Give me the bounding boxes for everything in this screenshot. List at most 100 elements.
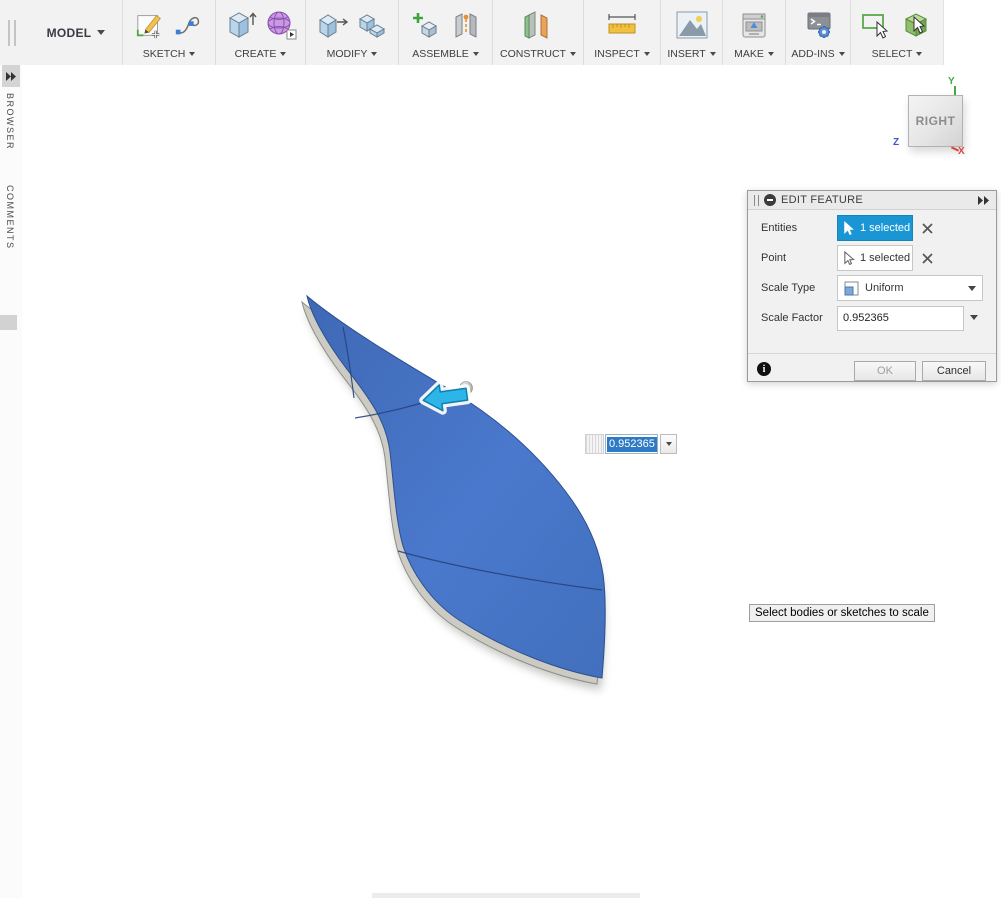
caret-down-icon — [768, 52, 774, 56]
workspace-menu-label: MODEL — [47, 26, 92, 40]
add-ins-icon[interactable] — [800, 9, 836, 41]
window-select-icon[interactable] — [860, 9, 892, 41]
caret-down-icon — [570, 52, 576, 56]
inspect-icons — [603, 0, 641, 47]
scale-type-label: Scale Type — [761, 282, 815, 294]
info-icon[interactable]: i — [757, 362, 771, 376]
toolbar-grip[interactable] — [8, 20, 16, 46]
form-icon[interactable] — [265, 9, 297, 41]
close-icon — [922, 253, 933, 264]
construct-icons — [521, 0, 555, 47]
caret-down-icon — [371, 52, 377, 56]
modify-menu[interactable]: MODIFY — [327, 47, 378, 65]
double-chevron-right-icon — [978, 196, 990, 205]
assemble-menu[interactable]: ASSEMBLE — [412, 47, 479, 65]
dialog-separator — [748, 353, 996, 354]
cancel-button[interactable]: Cancel — [922, 361, 986, 381]
caret-down-icon — [189, 52, 195, 56]
entities-clear-button[interactable] — [919, 220, 935, 236]
dialog-expand-button[interactable] — [978, 196, 990, 205]
caret-down-icon — [916, 52, 922, 56]
select-icons — [860, 0, 934, 47]
axis-z-label: Z — [893, 137, 899, 148]
scale-factor-input[interactable] — [837, 306, 964, 331]
workspace-menu[interactable]: MODEL — [30, 0, 122, 65]
axis-y-icon — [954, 86, 956, 95]
cube-select-icon[interactable] — [900, 9, 934, 41]
dialog-grip[interactable] — [754, 195, 759, 206]
scale-factor-float-dropdown[interactable] — [660, 434, 677, 454]
caret-down-icon — [473, 52, 479, 56]
spline-icon[interactable] — [173, 9, 203, 41]
create-menu[interactable]: CREATE — [235, 47, 287, 65]
ok-button[interactable]: OK — [854, 361, 916, 381]
joint-icon[interactable] — [450, 9, 482, 41]
toolbar-group-insert: INSERT — [660, 0, 722, 65]
toolbar-group-inspect: INSPECT — [583, 0, 660, 65]
close-icon — [922, 223, 933, 234]
cursor-outline-icon — [844, 251, 855, 265]
entities-label: Entities — [761, 222, 797, 234]
create-sketch-icon[interactable] — [135, 9, 165, 41]
caret-down-icon — [644, 52, 650, 56]
toolbar-group-addins: ADD-INS — [785, 0, 850, 65]
edit-feature-dialog: EDIT FEATURE Entities 1 selected Point — [747, 190, 997, 382]
scale-type-row: Scale Type Uniform — [748, 275, 996, 301]
scale-type-dropdown[interactable]: Uniform — [837, 275, 983, 301]
cursor-icon — [844, 221, 855, 235]
measure-icon[interactable] — [603, 9, 641, 41]
point-label: Point — [761, 252, 786, 264]
caret-down-icon — [968, 286, 976, 291]
toolbar-group-create: CREATE — [215, 0, 305, 65]
bottom-navbar-edge — [372, 893, 640, 898]
entities-row: Entities 1 selected — [748, 215, 996, 241]
uniform-scale-icon — [844, 281, 859, 296]
toolbar-group-construct: CONSTRUCT — [492, 0, 583, 65]
caret-down-icon — [97, 30, 105, 35]
inspect-menu[interactable]: INSPECT — [594, 47, 650, 65]
scale-factor-float-input[interactable]: 0.952365 — [605, 434, 658, 454]
make-menu[interactable]: MAKE — [734, 47, 774, 65]
press-pull-icon[interactable] — [316, 9, 348, 41]
scale-factor-float-widget: 0.952365 — [585, 434, 677, 454]
make-icon[interactable] — [737, 9, 771, 41]
scale-factor-row: Scale Factor — [748, 305, 996, 331]
toolbar: MODEL SKETCH — [0, 0, 944, 65]
dialog-titlebar[interactable]: EDIT FEATURE — [748, 191, 996, 210]
point-clear-button[interactable] — [919, 250, 935, 266]
dialog-title: EDIT FEATURE — [781, 194, 973, 206]
addins-menu[interactable]: ADD-INS — [791, 47, 844, 65]
sketch-menu[interactable]: SKETCH — [143, 47, 196, 65]
viewcube-face-label: RIGHT — [916, 114, 956, 128]
toolbar-group-modify: MODIFY — [305, 0, 398, 65]
insert-menu[interactable]: INSERT — [667, 47, 715, 65]
caret-down-icon — [666, 442, 672, 446]
point-selection-button[interactable]: 1 selected — [837, 245, 913, 271]
caret-down-icon — [280, 52, 286, 56]
assemble-icons — [410, 0, 482, 47]
insert-icons — [674, 0, 710, 47]
new-component-icon[interactable] — [410, 9, 442, 41]
select-menu[interactable]: SELECT — [872, 47, 923, 65]
insert-image-icon[interactable] — [674, 9, 710, 41]
make-icons — [737, 0, 771, 47]
combine-icon[interactable] — [356, 9, 388, 41]
collapse-icon[interactable] — [764, 194, 776, 206]
caret-down-icon — [839, 52, 845, 56]
axis-x-label: X — [958, 146, 965, 157]
point-row: Point 1 selected — [748, 245, 996, 271]
construct-menu[interactable]: CONSTRUCT — [500, 47, 576, 65]
scale-factor-label: Scale Factor — [761, 312, 823, 324]
extrude-icon[interactable] — [225, 9, 257, 41]
construct-plane-icon[interactable] — [521, 9, 555, 41]
create-icons — [225, 0, 297, 47]
toolbar-group-select: SELECT — [850, 0, 943, 65]
toolbar-group-make: MAKE — [722, 0, 785, 65]
float-widget-drag-handle[interactable] — [585, 434, 604, 454]
viewcube[interactable]: RIGHT — [908, 95, 963, 147]
toolbar-group-sketch: SKETCH — [122, 0, 215, 65]
scale-factor-dropdown-caret[interactable] — [970, 315, 978, 320]
entities-selection-button[interactable]: 1 selected — [837, 215, 913, 241]
toolbar-group-assemble: ASSEMBLE — [398, 0, 492, 65]
caret-down-icon — [710, 52, 716, 56]
